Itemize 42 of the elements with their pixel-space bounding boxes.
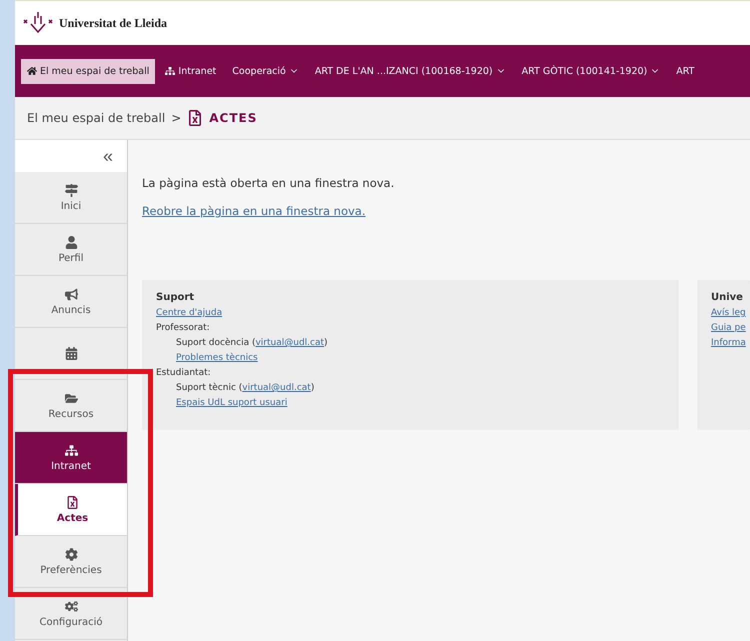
reopen-link[interactable]: Reobre la pàgina en una finestra nova. xyxy=(142,204,750,218)
spreadsheet-file-icon xyxy=(187,110,204,126)
nav-link[interactable]: ART xyxy=(670,58,700,84)
footer-link[interactable]: Espais UdL suport usuari xyxy=(176,398,288,408)
settings-icon xyxy=(64,548,78,560)
sidebar-item[interactable]: Intranet xyxy=(15,432,127,484)
footer-text: Suport docència (virtual@udl.cat) xyxy=(176,338,328,348)
footer-text: Suport tècnic (virtual@udl.cat) xyxy=(176,383,314,393)
home-icon xyxy=(27,66,37,76)
nav-link[interactable]: ART DE L'AN ...IZANCI (100168-1920) xyxy=(308,58,512,84)
signpost-icon xyxy=(64,184,78,196)
email-link[interactable]: virtual@udl.cat xyxy=(242,383,311,393)
megaphone-icon xyxy=(64,288,78,300)
card-title: Unive xyxy=(711,292,744,303)
footer-link[interactable]: Informa xyxy=(711,338,746,348)
nav-link[interactable]: El meu espai de treball xyxy=(21,58,156,84)
card-title: Suport xyxy=(156,292,196,303)
footer-link[interactable]: Centre d'ajuda xyxy=(156,308,222,318)
breadcrumb-separator: > xyxy=(171,111,182,125)
footer-text: Professorat: xyxy=(156,323,210,333)
nav-link[interactable]: Intranet xyxy=(159,58,222,84)
footer-text: Estudiantat: xyxy=(156,368,211,378)
sitemap-icon xyxy=(64,444,78,456)
collapse-button[interactable]: « xyxy=(15,140,127,172)
footer-link[interactable]: Guia pe xyxy=(711,323,746,333)
spreadsheet-file-icon xyxy=(66,496,79,508)
folder-icon xyxy=(64,392,78,404)
footer-link[interactable]: Problemes tècnics xyxy=(176,353,258,363)
breadcrumb-link[interactable]: El meu espai de treball xyxy=(27,111,166,125)
info-message: La pàgina està oberta en una finestra nova. xyxy=(142,176,396,190)
gears-icon xyxy=(64,600,78,612)
nav-link[interactable]: ART GÒTIC (100141-1920) xyxy=(516,58,666,84)
sitemap-icon xyxy=(165,66,176,76)
footer-link[interactable]: Avís leg xyxy=(711,308,746,318)
user-icon xyxy=(64,236,78,248)
nav-link[interactable]: Cooperació xyxy=(226,58,305,84)
university-logo-icon xyxy=(21,10,55,36)
university-name: Universitat de Lleida xyxy=(59,16,167,30)
page-title: ACTES xyxy=(209,111,258,125)
email-link[interactable]: virtual@udl.cat xyxy=(255,338,324,348)
calendar-icon xyxy=(64,347,78,360)
sidebar-item[interactable]: Actes xyxy=(15,484,127,536)
